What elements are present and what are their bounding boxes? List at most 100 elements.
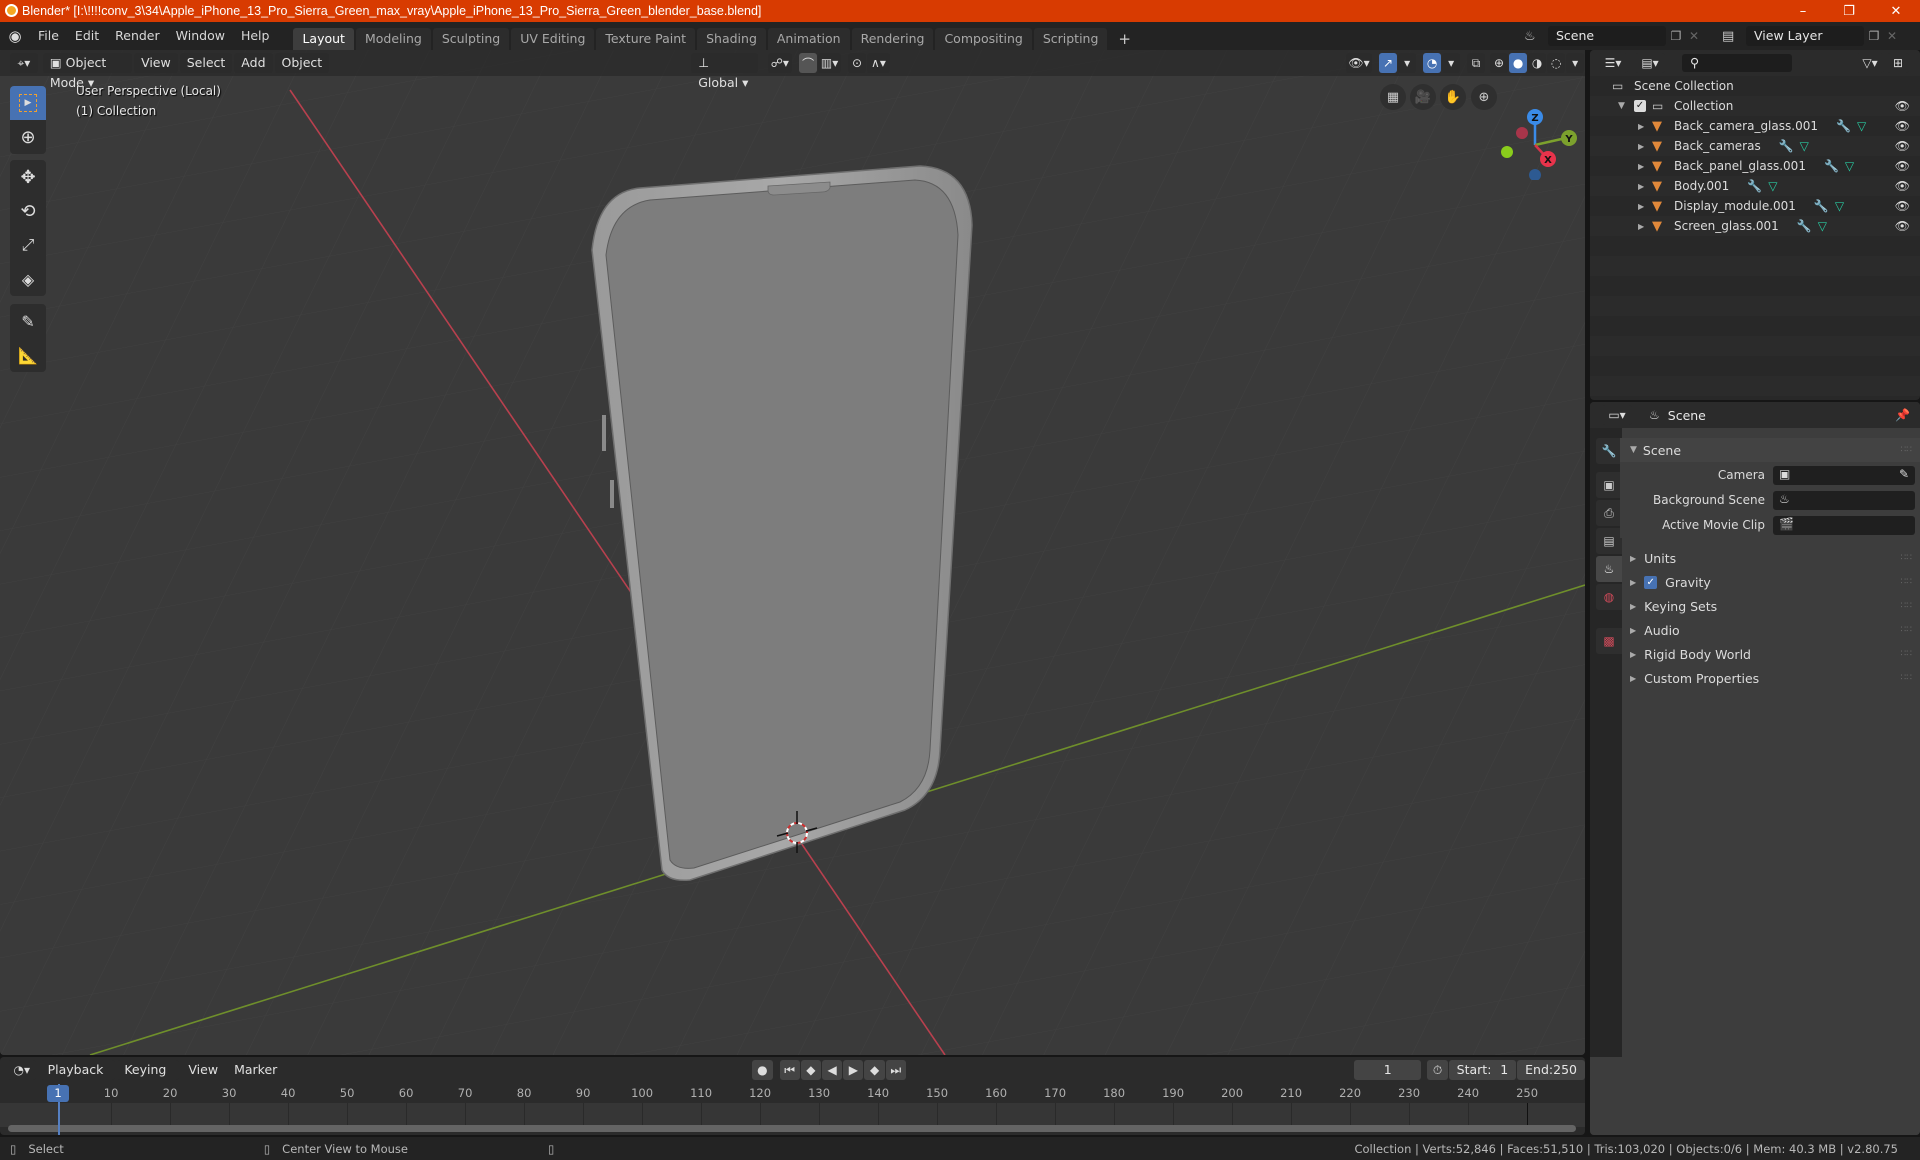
- stopwatch-icon[interactable]: ⏱: [1427, 1060, 1448, 1080]
- tab-world[interactable]: ◍: [1596, 584, 1622, 610]
- expand-arrow-icon[interactable]: ▶: [1638, 182, 1650, 191]
- subpanel-rigid-body-world[interactable]: ▶ Rigid Body World ∷∷: [1620, 642, 1920, 666]
- gizmo-dropdown-icon[interactable]: ▾: [1398, 53, 1417, 73]
- tab-shading[interactable]: Shading: [697, 28, 766, 50]
- outliner-object-row[interactable]: ▶ ▼ Body.001 🔧 ▽ 👁: [1590, 176, 1920, 196]
- shading-dropdown-icon[interactable]: ▾: [1566, 53, 1585, 73]
- subpanel-custom-properties[interactable]: ▶ Custom Properties ∷∷: [1620, 666, 1920, 690]
- menu-help[interactable]: Help: [233, 22, 278, 50]
- tree-row-collection[interactable]: ▼ ✓ ▭ Collection 👁: [1590, 96, 1920, 116]
- drag-handle-icon[interactable]: ∷∷: [1901, 673, 1912, 683]
- neg-z-axis-ball[interactable]: [1529, 169, 1541, 180]
- close-button[interactable]: ✕: [1873, 0, 1919, 22]
- blender-menu-icon[interactable]: ◉: [0, 27, 30, 45]
- tab-modeling[interactable]: Modeling: [355, 28, 431, 50]
- rendered-shading-icon[interactable]: ◌: [1547, 53, 1566, 73]
- visibility-eye-icon[interactable]: 👁: [1895, 99, 1910, 113]
- jump-start-button[interactable]: ⏮: [779, 1060, 800, 1080]
- modifier-wrench-icon[interactable]: 🔧: [1824, 159, 1839, 173]
- menu-window[interactable]: Window: [168, 22, 233, 50]
- current-frame-field[interactable]: 1: [1353, 1060, 1422, 1080]
- overlay-dropdown-icon[interactable]: ▾: [1442, 53, 1461, 73]
- navigation-gizmo[interactable]: Z Y X: [1490, 80, 1580, 180]
- playhead-frame-indicator[interactable]: 1: [47, 1085, 69, 1102]
- expand-arrow-icon[interactable]: ▶: [1638, 162, 1650, 171]
- tab-scene[interactable]: ♨: [1596, 556, 1622, 582]
- modifier-wrench-icon[interactable]: 🔧: [1779, 139, 1794, 153]
- timeline-editor-type-icon[interactable]: ◔▾: [8, 1060, 36, 1080]
- display-mode-icon[interactable]: ▤▾: [1635, 53, 1665, 73]
- scene-field[interactable]: Scene: [1548, 26, 1666, 46]
- expand-arrow-icon[interactable]: ▶: [1638, 122, 1650, 131]
- outliner-editor-type-icon[interactable]: ☰▾: [1598, 53, 1628, 73]
- visibility-eye-icon[interactable]: 👁: [1895, 139, 1910, 153]
- playback-dropdown[interactable]: Playback ▾: [40, 1060, 116, 1097]
- pin-icon[interactable]: 📌: [1895, 408, 1910, 422]
- neg-x-axis-ball[interactable]: [1516, 127, 1528, 139]
- xray-toggle-icon[interactable]: ⧉: [1467, 53, 1486, 73]
- visibility-eye-icon[interactable]: 👁: [1895, 119, 1910, 133]
- proportional-edit-icon[interactable]: ⊙: [848, 53, 866, 73]
- visibility-eye-icon[interactable]: 👁: [1895, 179, 1910, 193]
- drag-handle-icon[interactable]: ∷∷: [1901, 649, 1912, 659]
- timeline-scrollbar[interactable]: [8, 1125, 1576, 1132]
- gravity-checkbox[interactable]: ✓: [1644, 575, 1658, 589]
- drag-handle-icon[interactable]: ∷∷: [1901, 445, 1912, 455]
- mesh-data-icon[interactable]: ▽: [1845, 159, 1854, 173]
- neg-y-axis-ball[interactable]: [1501, 146, 1513, 158]
- move-tool[interactable]: ✥: [10, 160, 46, 194]
- modifier-wrench-icon[interactable]: 🔧: [1814, 199, 1829, 213]
- prev-keyframe-button[interactable]: ◆: [800, 1060, 821, 1080]
- gizmo-toggle-icon[interactable]: ↗: [1379, 53, 1398, 73]
- visibility-selectability-icon[interactable]: 👁▾: [1345, 53, 1373, 73]
- solid-shading-icon[interactable]: ●: [1509, 53, 1528, 73]
- cursor-tool[interactable]: ⊕: [10, 120, 46, 154]
- tab-uv-editing[interactable]: UV Editing: [511, 28, 595, 50]
- new-collection-icon[interactable]: ⊞: [1887, 53, 1909, 73]
- play-button[interactable]: ▶: [843, 1060, 864, 1080]
- view-layer-icon[interactable]: ▤: [1722, 29, 1746, 44]
- drag-handle-icon[interactable]: ∷∷: [1901, 625, 1912, 635]
- new-scene-icon[interactable]: ❐: [1666, 29, 1686, 43]
- add-workspace-button[interactable]: +: [1109, 28, 1140, 50]
- drag-handle-icon[interactable]: ∷∷: [1901, 577, 1912, 587]
- snap-target-icon[interactable]: ▥▾: [818, 53, 841, 73]
- jump-end-button[interactable]: ⏭: [885, 1060, 906, 1080]
- measure-tool[interactable]: 📐: [10, 338, 46, 372]
- menu-add[interactable]: Add: [234, 53, 273, 73]
- next-keyframe-button[interactable]: ◆: [864, 1060, 885, 1080]
- modifier-wrench-icon[interactable]: 🔧: [1836, 119, 1851, 133]
- mesh-data-icon[interactable]: ▽: [1857, 119, 1866, 133]
- editor-type-icon[interactable]: ⌖▾: [10, 53, 38, 73]
- maximize-button[interactable]: ❐: [1826, 0, 1872, 22]
- keying-dropdown[interactable]: Keying ▾: [117, 1060, 180, 1097]
- tab-animation[interactable]: Animation: [767, 28, 850, 50]
- expand-arrow-icon[interactable]: ▶: [1638, 142, 1650, 151]
- minimize-button[interactable]: –: [1780, 0, 1826, 22]
- menu-render[interactable]: Render: [107, 22, 168, 50]
- eyedropper-icon[interactable]: ✎: [1899, 467, 1909, 481]
- timeline-marker-menu[interactable]: Marker: [227, 1060, 284, 1080]
- 3d-viewport[interactable]: ⌖▾ ▣ Object Mode ▾ View Select Add Objec…: [0, 50, 1585, 1055]
- tab-sculpting[interactable]: Sculpting: [432, 28, 510, 50]
- modifier-wrench-icon[interactable]: 🔧: [1797, 219, 1812, 233]
- tab-texture[interactable]: ▩: [1596, 628, 1622, 654]
- rotate-tool[interactable]: ⟲: [10, 194, 46, 228]
- visibility-eye-icon[interactable]: 👁: [1895, 219, 1910, 233]
- timeline-track-area[interactable]: [0, 1103, 1585, 1127]
- play-reverse-button[interactable]: ◀: [821, 1060, 843, 1080]
- collection-checkbox[interactable]: ✓: [1634, 100, 1646, 112]
- tab-layout[interactable]: Layout: [293, 28, 354, 50]
- expand-arrow-icon[interactable]: ▼: [1618, 101, 1630, 111]
- new-view-layer-icon[interactable]: ❐: [1864, 29, 1884, 43]
- outliner-object-row[interactable]: ▶ ▼ Back_camera_glass.001 🔧 ▽ 👁: [1590, 116, 1920, 136]
- snap-toggle-icon[interactable]: ⌒: [799, 53, 818, 73]
- mesh-data-icon[interactable]: ▽: [1835, 199, 1844, 213]
- filter-icon[interactable]: ▽▾: [1856, 53, 1884, 73]
- delete-scene-icon[interactable]: ✕: [1686, 29, 1702, 43]
- outliner-object-row[interactable]: ▶ ▼ Display_module.001 🔧 ▽ 👁: [1590, 196, 1920, 216]
- scene-icon[interactable]: ♨: [1524, 29, 1548, 44]
- subpanel-units[interactable]: ▶ Units ∷∷: [1620, 546, 1920, 570]
- menu-object[interactable]: Object: [274, 53, 330, 73]
- menu-select[interactable]: Select: [179, 53, 233, 73]
